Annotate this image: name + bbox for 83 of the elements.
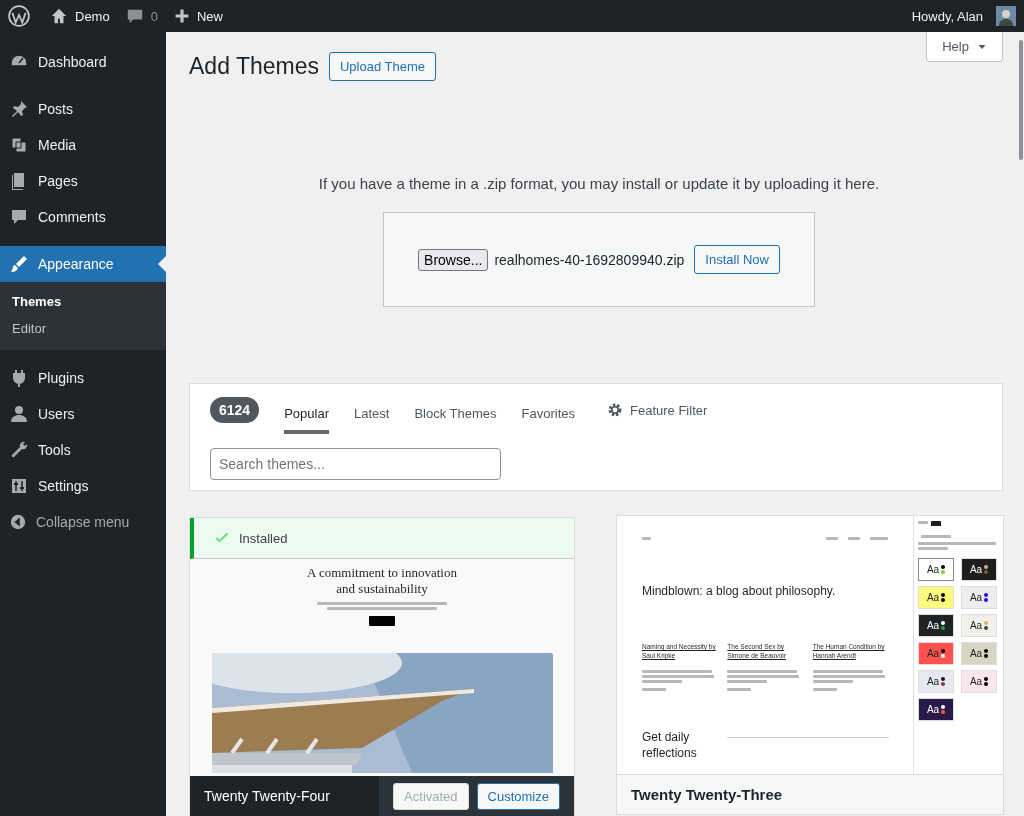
style-swatch: Aa — [918, 586, 954, 609]
style-swatch: Aa — [961, 670, 997, 693]
plus-icon — [173, 8, 190, 24]
gear-icon — [607, 402, 623, 418]
style-swatch: Aa — [918, 670, 954, 693]
filter-tab[interactable]: Latest — [353, 400, 390, 434]
comment-icon — [125, 7, 144, 25]
wrench-icon — [9, 440, 29, 460]
blurred-text-line — [812, 688, 837, 691]
notice-text: Installed — [239, 530, 288, 546]
browse-button[interactable]: Browse... — [418, 248, 489, 271]
install-now-button[interactable]: Install Now — [694, 245, 780, 274]
style-swatch: Aa — [918, 642, 954, 665]
menu-item[interactable]: Appearance — [0, 246, 166, 282]
menu-item[interactable]: Dashboard — [0, 44, 166, 80]
menu-item[interactable]: Posts — [0, 91, 166, 127]
blurred-text-line — [812, 670, 883, 673]
menu-item[interactable]: Users — [0, 396, 166, 432]
preview-heading: A commitment to innovation and sustainability — [306, 565, 458, 597]
menu-item[interactable]: Comments — [0, 199, 166, 235]
preview-heading: Mindblown: a blog about philosophy. — [642, 584, 837, 598]
search-field[interactable]: Search themes... — [210, 448, 501, 480]
blurred-text-line — [642, 688, 666, 691]
feature-filter-link[interactable]: Feature Filter — [607, 402, 708, 418]
home-icon — [50, 7, 68, 25]
style-swatch: Aa — [918, 558, 954, 581]
menu-item[interactable]: Media — [0, 127, 166, 163]
blurred-text-line — [812, 680, 853, 683]
theme-name: Twenty Twenty-Three — [631, 786, 784, 803]
blurred-text-line — [848, 537, 860, 540]
customize-button[interactable]: Customize — [476, 782, 560, 810]
menu-item[interactable]: Plugins — [0, 360, 166, 396]
new-link[interactable]: New — [173, 8, 223, 24]
blurred-text-line — [642, 670, 712, 673]
blurred-text-line — [921, 535, 951, 538]
style-swatch: Aa — [961, 586, 997, 609]
style-swatch: Aa — [918, 698, 954, 721]
site-link[interactable]: Demo — [50, 7, 110, 25]
collapse-icon — [9, 513, 27, 531]
blurred-text-line — [870, 537, 888, 540]
blurred-text-line — [727, 670, 798, 673]
media-icon — [9, 135, 29, 155]
paintbrush-icon — [9, 254, 29, 274]
blurred-text-line — [826, 537, 838, 540]
scrollbar-thumb[interactable] — [1019, 40, 1023, 160]
style-swatch: Aa — [961, 642, 997, 665]
style-swatch: Aa — [961, 558, 997, 581]
blurred-text-line — [642, 680, 682, 683]
theme-name: Twenty Twenty-Four — [204, 788, 331, 804]
checkmark-icon — [214, 530, 230, 546]
blurred-text-line — [727, 688, 752, 691]
avatar-icon — [996, 6, 1016, 26]
sliders-icon — [9, 476, 29, 496]
filter-tab[interactable]: Favorites — [521, 400, 575, 434]
theme-count: 6124 — [210, 397, 260, 423]
submenu-item[interactable]: Themes — [0, 288, 166, 315]
help-tab[interactable]: Help — [926, 32, 1003, 62]
menu-item[interactable]: Tools — [0, 432, 166, 468]
menu-item[interactable]: Settings — [0, 468, 166, 504]
badge-shape — [931, 521, 941, 526]
submenu-item[interactable]: Editor — [0, 315, 166, 342]
comments-link[interactable]: 0 — [125, 7, 158, 25]
wordpress-logo-icon[interactable] — [8, 5, 30, 27]
user-icon — [9, 404, 29, 424]
blurred-text-line — [918, 521, 928, 524]
upload-instructions: If you have a theme in a .zip format, you may install or update it by uploading it here. — [317, 175, 881, 192]
blurred-text-line — [642, 675, 714, 678]
preview-button — [369, 616, 395, 626]
blurred-text-line — [727, 680, 768, 683]
filter-tab[interactable]: Popular — [284, 400, 329, 434]
collapse-menu-button[interactable]: Collapse menu — [0, 504, 166, 540]
style-swatch: Aa — [918, 614, 954, 637]
account-link[interactable]: Howdy, Alan — [911, 6, 1016, 26]
blurred-text-line — [918, 547, 948, 550]
style-swatch: Aa — [961, 614, 997, 637]
filter-tab[interactable]: Block Themes — [414, 400, 497, 434]
file-name: realhomes-40-1692809940.zip — [494, 251, 685, 268]
upload-theme-button[interactable]: Upload Theme — [329, 52, 437, 81]
page-title: Add Themes — [189, 53, 319, 80]
preview-signup-heading: Get daily reflections — [642, 729, 698, 761]
menu-item[interactable]: Pages — [0, 163, 166, 199]
comment-icon — [9, 207, 29, 227]
blurred-text-line — [642, 537, 651, 540]
